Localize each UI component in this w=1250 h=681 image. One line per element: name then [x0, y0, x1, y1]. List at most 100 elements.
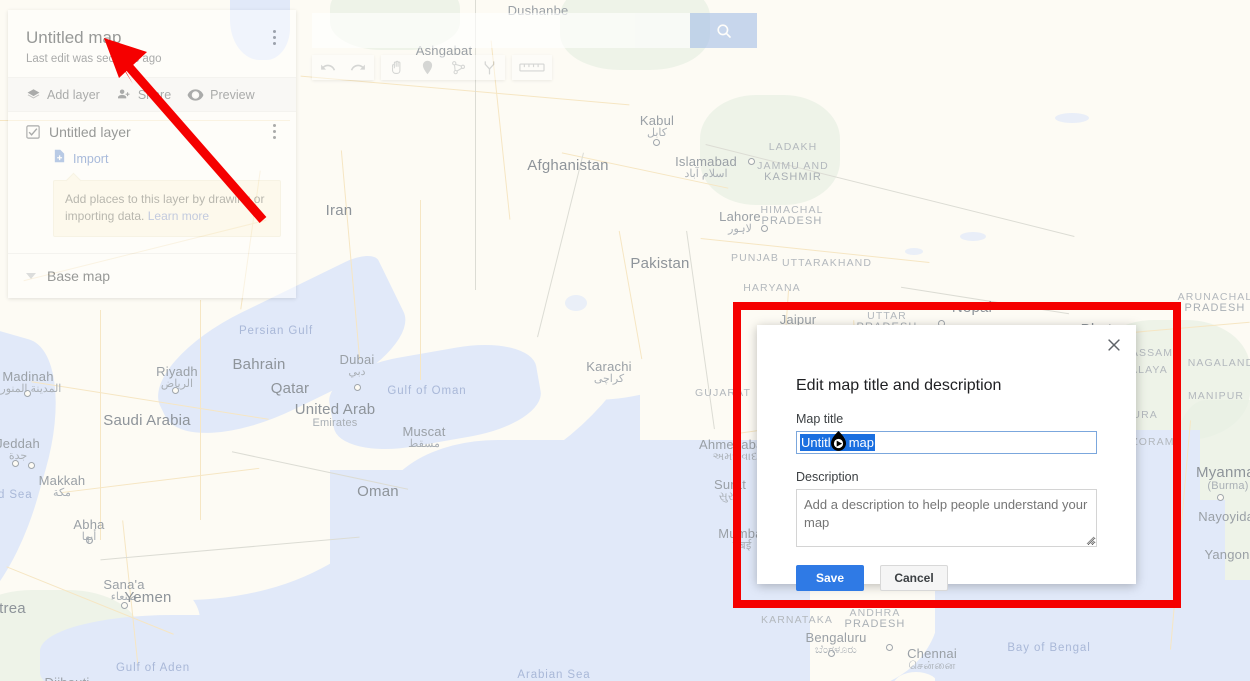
import-action[interactable]: Import	[53, 149, 278, 168]
map-label-native: كابل	[647, 126, 667, 139]
map-label: United Arab Emirates	[294, 401, 376, 429]
map-label: Madinah المدينة المنورة	[0, 370, 61, 395]
dialog-title: Edit map title and description	[796, 377, 1002, 394]
map-label: Qatar	[270, 380, 310, 397]
share-label: Share	[137, 87, 172, 102]
map-label: Gulf of Oman	[387, 385, 467, 397]
panel-header: Untitled map Last edit was seconds ago	[8, 10, 296, 77]
map-label: LADAKH	[768, 141, 818, 153]
kebab-menu-icon-dot	[272, 129, 276, 133]
map-label-native: PRADESH	[844, 618, 906, 631]
add-marker-button[interactable]	[412, 55, 443, 80]
city-dot-naypyidaw	[1217, 494, 1224, 501]
directions-button[interactable]	[474, 55, 505, 80]
app-window: Dushanbe Ashgabat Afghanistan Iran Kabul كابل…	[0, 0, 1250, 681]
learn-more-link[interactable]: Learn more	[148, 209, 209, 223]
map-label: Dubai دبي	[339, 352, 375, 378]
save-button[interactable]: Save	[796, 565, 864, 591]
map-editor-panel: Untitled map Last edit was seconds ago A…	[8, 10, 296, 298]
map-label: Saudi Arabia	[103, 412, 191, 429]
directions-fork-icon	[481, 59, 498, 76]
map-title[interactable]: Untitled map	[26, 28, 278, 48]
map-label: Abha أبها	[73, 517, 105, 543]
map-label: Kabul كابل	[639, 113, 675, 139]
map-label: HARYANA	[743, 282, 801, 294]
map-label: Eritrea	[0, 600, 26, 617]
map-label-native: الرياض	[160, 377, 194, 390]
dialog-close-button[interactable]	[1100, 333, 1128, 361]
select-tool-button[interactable]	[381, 55, 412, 80]
map-label: Bahrain	[232, 356, 286, 373]
map-label: Pakistan	[630, 255, 690, 272]
map-label: Myanmar(Burma)	[1196, 465, 1250, 492]
history-tool-group	[312, 55, 374, 80]
preview-action[interactable]: Preview	[187, 88, 255, 102]
search-icon	[715, 22, 733, 40]
map-label: Lahore لاہور	[719, 209, 761, 235]
road-3	[100, 310, 102, 540]
last-edit-status: Last edit was seconds ago	[26, 53, 162, 65]
map-label-native: ಬೆಂಗಳೂರು	[815, 643, 857, 656]
map-label: ANDHRA PRADESH	[844, 607, 906, 631]
add-layer-action[interactable]: Add layer	[26, 87, 100, 102]
map-label: Yemen	[124, 589, 172, 606]
basemap-section[interactable]: Base map	[8, 254, 296, 298]
basemap-label: Base map	[47, 267, 111, 284]
redo-arrow-icon	[350, 59, 367, 76]
map-label-native: KASHMIR	[764, 171, 822, 184]
draw-toolbar[interactable]	[312, 55, 552, 80]
map-label: Djibouti	[45, 676, 90, 681]
eye-icon	[187, 88, 204, 102]
undo-button[interactable]	[312, 55, 343, 80]
search-input[interactable]	[312, 13, 690, 48]
layer-visibility-checkbox[interactable]	[26, 125, 40, 139]
person-add-icon	[116, 87, 132, 102]
kebab-menu-icon-dot	[272, 41, 276, 45]
layer-empty-hint: Add places to this layer by drawing or i…	[53, 180, 281, 237]
panel-action-bar: Add layer Share Preview	[8, 77, 296, 112]
measure-button[interactable]	[512, 55, 552, 80]
description-input[interactable]	[796, 489, 1097, 547]
description-input-wrap	[796, 489, 1097, 547]
map-label-native: சென்னை	[908, 659, 956, 672]
map-label: Chennai சென்னை	[907, 646, 957, 672]
search-button[interactable]	[690, 13, 757, 48]
road-10	[420, 200, 422, 380]
cancel-button[interactable]: Cancel	[880, 565, 948, 591]
map-label: Bengaluru ಬೆಂಗಳೂರು	[805, 630, 867, 656]
map-label: MANIPUR	[1187, 390, 1245, 402]
measure-tool-group	[512, 55, 552, 80]
map-label: NAGALAND	[1187, 357, 1250, 369]
lake-tibet-3	[905, 248, 923, 255]
sea-gulf-of-aden	[40, 615, 370, 681]
share-action[interactable]: Share	[116, 87, 171, 102]
layer-row: Untitled layer	[26, 123, 278, 140]
map-label: HIMACHAL PRADESH	[760, 204, 824, 228]
map-label: ARUNACHAL PRADESH	[1178, 291, 1250, 315]
map-label: KARNATAKA	[761, 614, 833, 626]
map-label: Afghanistan	[527, 157, 609, 174]
edit-map-title-dialog: Edit map title and description Map title…	[757, 325, 1136, 591]
map-label: Yangon	[1204, 547, 1250, 562]
map-label: Iran	[325, 202, 353, 219]
map-label: Muscat مسقط	[402, 424, 446, 450]
layer-overflow-menu-button[interactable]	[264, 120, 284, 142]
redo-button[interactable]	[343, 55, 374, 80]
map-label: Riyadh الرياض	[156, 364, 198, 390]
map-label: PUNJAB	[730, 252, 780, 264]
map-title-field-label: Map title	[796, 412, 844, 426]
city-dot-chennai	[886, 644, 893, 651]
road-4	[200, 300, 202, 520]
layer-block: Untitled layer Import Add places to this…	[8, 112, 296, 254]
map-label: Jeddah جدة	[0, 437, 40, 462]
lake-tibet-1	[1055, 113, 1089, 123]
map-title-input[interactable]: Untitled map	[796, 431, 1097, 454]
draw-line-button[interactable]	[443, 55, 474, 80]
map-label: Gulf of Aden	[115, 662, 191, 674]
city-dot-kabul	[653, 139, 660, 146]
layer-name[interactable]: Untitled layer	[49, 124, 131, 140]
import-file-icon	[53, 149, 66, 168]
map-overflow-menu-button[interactable]	[264, 26, 284, 48]
map-search-bar[interactable]	[312, 13, 757, 48]
map-label-native: PRADESH	[761, 215, 823, 228]
